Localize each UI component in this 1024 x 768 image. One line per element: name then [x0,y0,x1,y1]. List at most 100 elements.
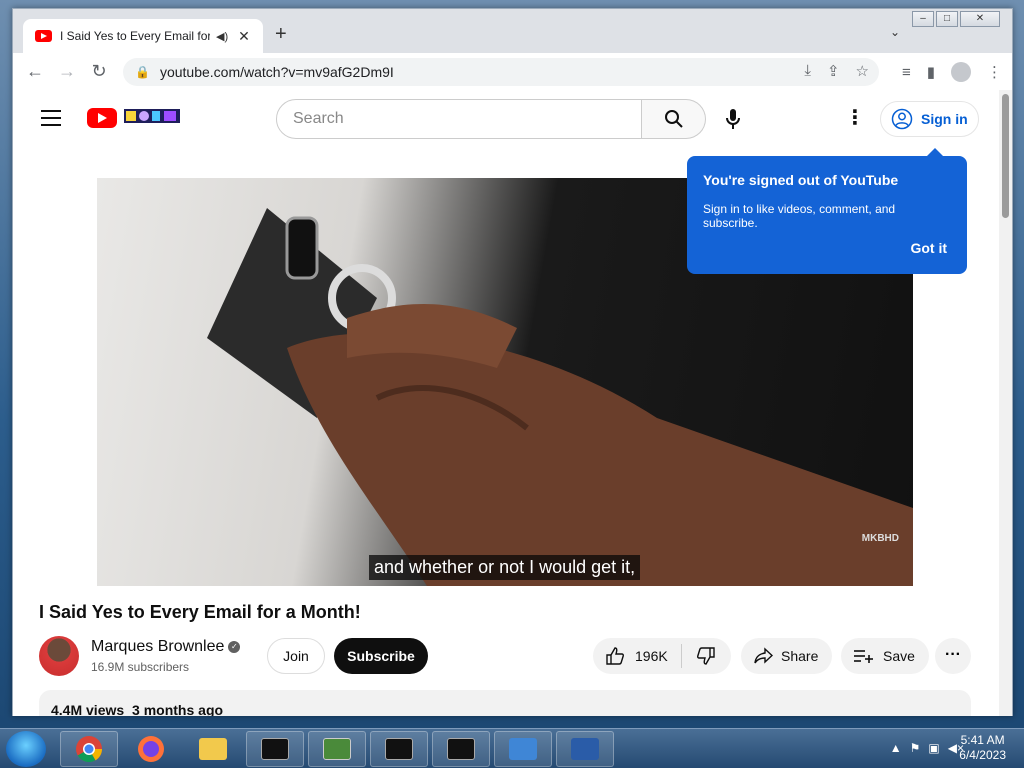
minimize-button[interactable]: – [912,11,934,27]
subscribe-button[interactable]: Subscribe [334,638,428,674]
clock-time: 5:41 AM [960,733,1005,747]
voice-search-button[interactable] [717,103,749,135]
tab-strip: I Said Yes to Every Email for a Month! ◀… [13,9,1012,53]
reload-icon[interactable]: ↻ [83,61,115,82]
terminal-icon [261,738,289,760]
tray-expand-icon[interactable]: ▲ [890,741,902,755]
taskbar-explorer[interactable] [184,731,242,767]
address-bar[interactable]: 🔒 youtube.com/watch?v=mv9afG2Dm9I ⤓ ⇪ ☆ [123,58,879,86]
close-window-button[interactable]: ✕ [960,11,1000,27]
chrome-icon [76,736,103,763]
tab-title: I Said Yes to Every Email for a Month! [60,29,210,43]
channel-avatar[interactable] [39,636,79,676]
tab-active[interactable]: I Said Yes to Every Email for a Month! ◀… [23,19,263,53]
save-button[interactable]: Save [841,638,929,674]
system-tray: ▲ ⚑ ▣ ◀× [890,741,964,755]
like-count: 196K [635,648,668,664]
hamburger-menu-icon[interactable] [41,110,61,131]
search-button[interactable] [642,99,706,139]
youtube-page: Search ⋮ Sign in MKBHD and whether or no… [13,90,1001,716]
search-icon [664,110,683,128]
share-arrow-icon [754,647,773,664]
new-tab-button[interactable]: + [275,23,287,46]
maximize-button[interactable]: □ [936,11,958,27]
got-it-button[interactable]: Got it [910,240,947,256]
tooltip-body: Sign in to like videos, comment, and sub… [703,202,896,230]
tooltip-title: You're signed out of YouTube [703,172,899,188]
clock[interactable]: 5:41 AM 6/4/2023 [959,733,1006,763]
lock-icon[interactable]: 🔒 [135,65,150,79]
dislike-button[interactable] [682,638,730,674]
taskbar-cmd-2[interactable] [370,731,428,767]
share-button[interactable]: Share [741,638,833,674]
share-label: Share [781,648,819,664]
speaker-icon[interactable]: ◀) [216,30,228,43]
thumbs-down-icon [697,647,715,665]
side-panel-icon[interactable]: ▮ [927,63,935,81]
browser-menu-icon[interactable]: ⋮ [987,63,1002,81]
taskbar-powershell[interactable] [556,731,614,767]
terminal-icon [447,738,475,760]
network-monitor-icon [323,738,351,760]
save-label: Save [883,648,915,664]
channel-watermark: MKBHD [861,533,899,544]
join-button[interactable]: Join [267,638,325,674]
start-button[interactable] [6,731,46,767]
forward-icon[interactable]: → [51,61,83,82]
subscriber-count: 16.9M subscribers [91,660,190,674]
sign-in-label: Sign in [921,111,968,127]
share-page-icon[interactable]: ⇪ [827,62,840,80]
description-box[interactable]: 4.4M views 3 months ago [39,690,971,716]
window-controls: – □ ✕ [912,11,1000,27]
network-icon[interactable]: ▣ [928,741,939,755]
terminal-icon [385,738,413,760]
toolbar-right: ≡ ▮ ⋮ [902,62,1002,82]
youtube-logo-icon[interactable] [87,108,117,128]
page-scrollbar[interactable] [999,90,1012,716]
folder-icon [199,738,227,760]
powershell-icon [571,738,599,760]
sign-in-button[interactable]: Sign in [880,101,979,137]
taskbar-control-panel[interactable] [494,731,552,767]
url-text[interactable]: youtube.com/watch?v=mv9afG2Dm9I [160,64,394,80]
more-actions-button[interactable]: ··· [935,638,971,674]
account-circle-icon [891,108,913,130]
profile-avatar-icon[interactable] [951,62,971,82]
media-control-icon[interactable]: ≡ [902,64,911,81]
taskbar: ▲ ⚑ ▣ ◀× 5:41 AM 6/4/2023 [0,728,1024,768]
taskbar-chrome[interactable] [60,731,118,767]
scrollbar-thumb[interactable] [1002,94,1009,218]
youtube-doodle-icon[interactable] [124,107,180,125]
view-count: 4.4M views [51,702,125,716]
browser-toolbar: ← → ↻ 🔒 youtube.com/watch?v=mv9afG2Dm9I … [13,53,1012,91]
omnibox-actions: ⤓ ⇪ ☆ [804,62,869,80]
microphone-icon [726,109,740,129]
verified-check-icon: ✓ [228,640,241,653]
clock-date: 6/4/2023 [959,748,1006,762]
thumbs-up-icon [606,647,624,665]
taskbar-cmd-3[interactable] [432,731,490,767]
video-caption: and whether or not I would get it, [369,555,641,580]
taskbar-network[interactable] [308,731,366,767]
back-icon[interactable]: ← [19,61,51,82]
taskbar-cmd-1[interactable] [246,731,304,767]
settings-kebab-icon[interactable]: ⋮ [845,108,865,128]
channel-name-link[interactable]: Marques Brownlee ✓ [91,638,241,656]
action-center-icon[interactable]: ⚑ [910,741,921,755]
like-button[interactable]: 196K [593,638,681,674]
playlist-add-icon [854,650,873,663]
search-input[interactable]: Search [276,99,642,139]
bookmark-star-icon[interactable]: ☆ [856,62,869,80]
youtube-header: Search ⋮ Sign in [13,90,1001,146]
tab-search-chevron-icon[interactable]: ⌄ [890,25,900,39]
video-title: I Said Yes to Every Email for a Month! [39,602,361,622]
tab-close-icon[interactable]: ✕ [238,28,250,45]
signed-out-tooltip: You're signed out of YouTube Sign in to … [687,148,967,274]
upload-age: 3 months ago [132,702,224,716]
control-panel-icon [509,738,537,760]
firefox-icon [138,736,164,762]
install-icon[interactable]: ⤓ [804,62,811,80]
taskbar-firefox[interactable] [122,731,180,767]
like-dislike-group: 196K [593,638,731,674]
channel-name: Marques Brownlee [91,638,225,655]
